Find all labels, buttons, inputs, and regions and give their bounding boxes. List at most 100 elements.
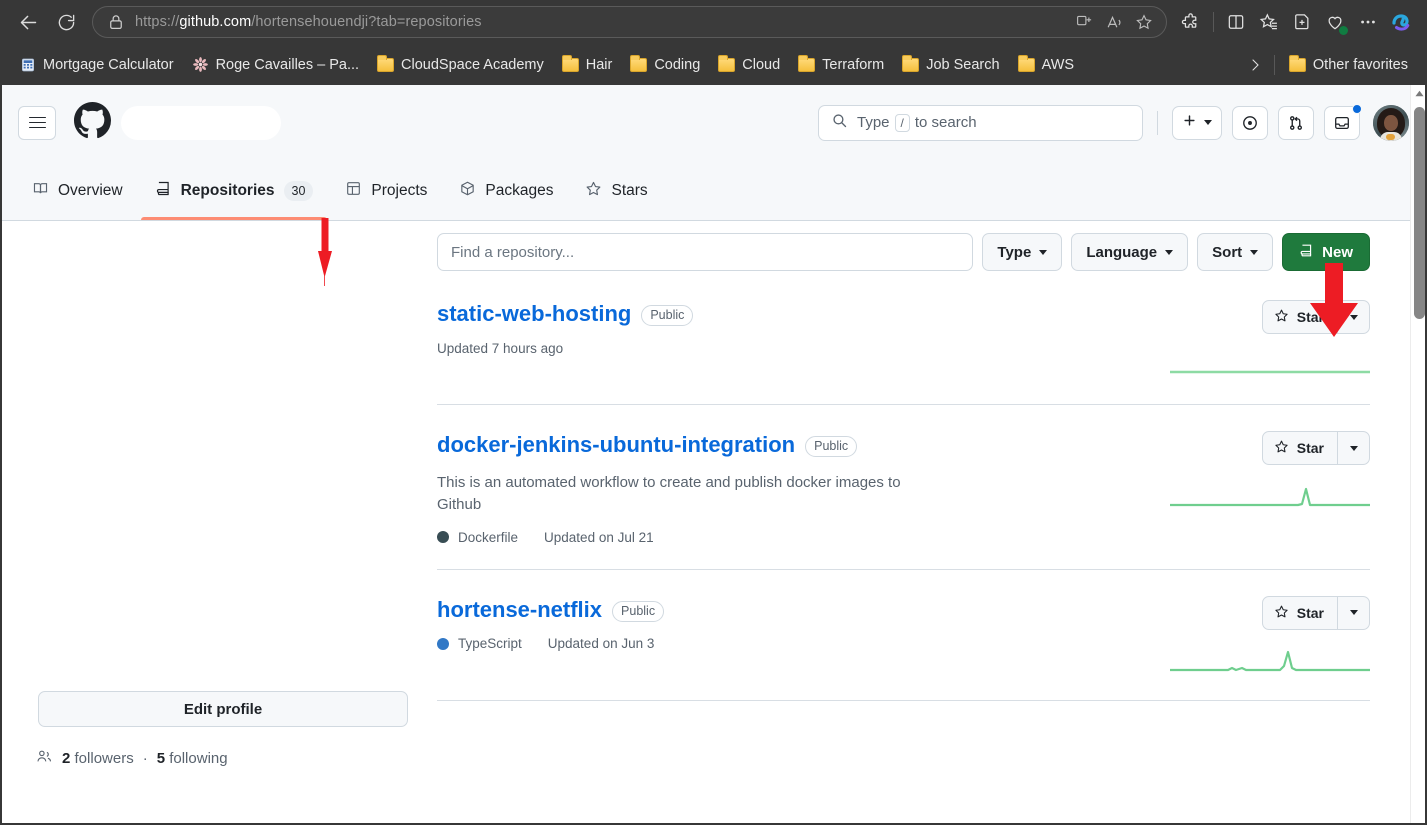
search-input[interactable]: Type / to search	[818, 104, 1143, 141]
tab-projects[interactable]: Projects	[331, 174, 441, 220]
stat-separator: ·	[142, 750, 148, 767]
github-logo-icon[interactable]	[74, 101, 111, 144]
tab-packages[interactable]: Packages	[445, 174, 567, 220]
extensions-icon[interactable]	[1175, 6, 1207, 38]
bookmark-job-search[interactable]: Job Search	[893, 53, 1008, 77]
star-label: Star	[1296, 440, 1324, 456]
notification-dot	[1352, 103, 1362, 114]
avatar[interactable]	[1373, 104, 1409, 141]
chrome-right-icons	[1175, 6, 1417, 38]
language-color-dot	[437, 637, 449, 650]
bookmark-hair[interactable]: Hair	[553, 53, 622, 77]
create-new-button[interactable]	[1172, 105, 1222, 140]
split-screen-icon[interactable]	[1070, 8, 1098, 36]
folder-icon	[1017, 54, 1035, 72]
followers-stat[interactable]: 2 followers	[62, 750, 134, 767]
repository-list-item: static-web-hosting Public Updated 7 hour…	[437, 298, 1370, 405]
github-page: Type / to search Overview Repositories 3…	[0, 85, 1427, 825]
star-icon	[1274, 439, 1289, 457]
star-button-group: Star	[1261, 431, 1370, 465]
hamburger-menu-icon[interactable]	[18, 105, 56, 140]
tab-label: Projects	[371, 181, 428, 199]
package-icon	[459, 180, 476, 202]
bookmark-label: Other favorites	[1312, 56, 1408, 73]
updated-time: Updated on Jul 21	[544, 529, 654, 545]
back-arrow-icon[interactable]	[10, 6, 46, 38]
settings-more-icon[interactable]	[1352, 6, 1384, 38]
bookmark-label: Job Search	[926, 56, 1000, 73]
arrow-pointing-to-new-button	[1310, 263, 1358, 337]
bookmark-cloudspace-academy[interactable]: CloudSpace Academy	[368, 53, 553, 77]
updated-time: Updated 7 hours ago	[437, 340, 564, 356]
repository-name-link[interactable]: hortense-netflix	[437, 596, 602, 624]
folder-icon	[561, 54, 579, 72]
folder-icon	[798, 54, 816, 72]
bookmarks-overflow: Other favorites	[1241, 51, 1417, 79]
bookmark-aws[interactable]: AWS	[1009, 53, 1084, 77]
repository-info: hortense-netflix Public TypeScript Updat…	[437, 596, 1120, 676]
repository-name-link[interactable]: static-web-hosting	[437, 300, 631, 328]
activity-sparkline	[1170, 370, 1370, 374]
star-button[interactable]: Star	[1263, 596, 1338, 629]
bookmark-roge-cavailles[interactable]: Roge Cavailles – Pa...	[183, 52, 368, 77]
folder-icon	[377, 54, 395, 72]
star-dropdown-button[interactable]	[1338, 432, 1369, 464]
repository-name-link[interactable]: docker-jenkins-ubuntu-integration	[437, 431, 795, 459]
sort-filter-dropdown[interactable]: Sort	[1197, 233, 1274, 271]
star-button[interactable]: Star	[1263, 432, 1338, 464]
favorite-star-icon[interactable]	[1130, 8, 1158, 36]
issues-circle-icon[interactable]	[1232, 105, 1268, 140]
visibility-badge: Public	[641, 305, 694, 327]
folder-icon	[1288, 54, 1306, 72]
repository-description: This is an automated workflow to create …	[437, 473, 901, 514]
bookmark-terraform[interactable]: Terraform	[789, 53, 893, 77]
following-stat[interactable]: 5 following	[157, 750, 228, 767]
flower-icon	[192, 56, 209, 73]
tab-repositories[interactable]: Repositories 30	[140, 174, 328, 220]
repository-meta: TypeScript Updated on Jun 3	[437, 636, 1100, 651]
github-header-top: Type / to search	[0, 85, 1427, 160]
inbox-icon[interactable]	[1324, 103, 1362, 140]
split-screen-icon[interactable]	[1220, 6, 1252, 38]
language-filter-dropdown[interactable]: Language	[1071, 233, 1189, 271]
chevron-right-icon[interactable]	[1241, 51, 1269, 79]
repositories-count-badge: 30	[283, 180, 314, 201]
add-favorite-icon[interactable]	[1286, 6, 1318, 38]
visibility-badge: Public	[612, 600, 665, 622]
repository-list-item: docker-jenkins-ubuntu-integration Public…	[437, 405, 1370, 570]
folder-icon	[902, 54, 920, 72]
copilot-icon[interactable]	[1385, 6, 1417, 38]
bookmark-cloud[interactable]: Cloud	[709, 53, 789, 77]
read-aloud-icon[interactable]	[1100, 8, 1128, 36]
repo-icon	[1299, 243, 1314, 262]
bookmark-label: CloudSpace Academy	[401, 56, 544, 73]
bookmark-other-favorites[interactable]: Other favorites	[1280, 53, 1417, 77]
scrollbar-thumb[interactable]	[1414, 107, 1425, 319]
bookmark-label: Cloud	[742, 56, 781, 73]
window-edge-left	[0, 85, 2, 825]
updated-time: Updated on Jun 3	[547, 636, 655, 651]
star-icon	[585, 180, 602, 202]
chevron-down-icon	[1250, 249, 1259, 255]
tab-stars[interactable]: Stars	[571, 174, 661, 220]
star-button-group: Star	[1261, 595, 1370, 630]
collections-icon[interactable]	[1253, 6, 1285, 38]
profile-sidebar: Edit profile 2 followers · 5 following	[0, 221, 437, 825]
reload-icon[interactable]	[48, 6, 84, 38]
chevron-down-icon	[1165, 249, 1174, 255]
bookmark-mortgage-calculator[interactable]: Mortgage Calculator	[10, 52, 183, 77]
address-bar[interactable]: https://github.com/hortensehouendji?tab=…	[92, 6, 1167, 38]
find-repository-input[interactable]	[437, 233, 974, 271]
activity-sparkline	[1170, 650, 1370, 671]
type-filter-dropdown[interactable]: Type	[982, 233, 1063, 271]
bookmark-coding[interactable]: Coding	[621, 53, 709, 77]
tab-label: Repositories	[180, 181, 275, 199]
tab-overview[interactable]: Overview	[18, 174, 137, 220]
edit-profile-button[interactable]: Edit profile	[38, 691, 408, 727]
star-label: Star	[1296, 604, 1324, 621]
star-dropdown-button[interactable]	[1338, 597, 1369, 629]
browser-essentials-icon[interactable]	[1319, 6, 1351, 38]
chevron-down-icon	[1349, 610, 1358, 615]
pull-request-icon[interactable]	[1278, 105, 1314, 140]
browser-chrome: https://github.com/hortensehouendji?tab=…	[0, 0, 1427, 85]
